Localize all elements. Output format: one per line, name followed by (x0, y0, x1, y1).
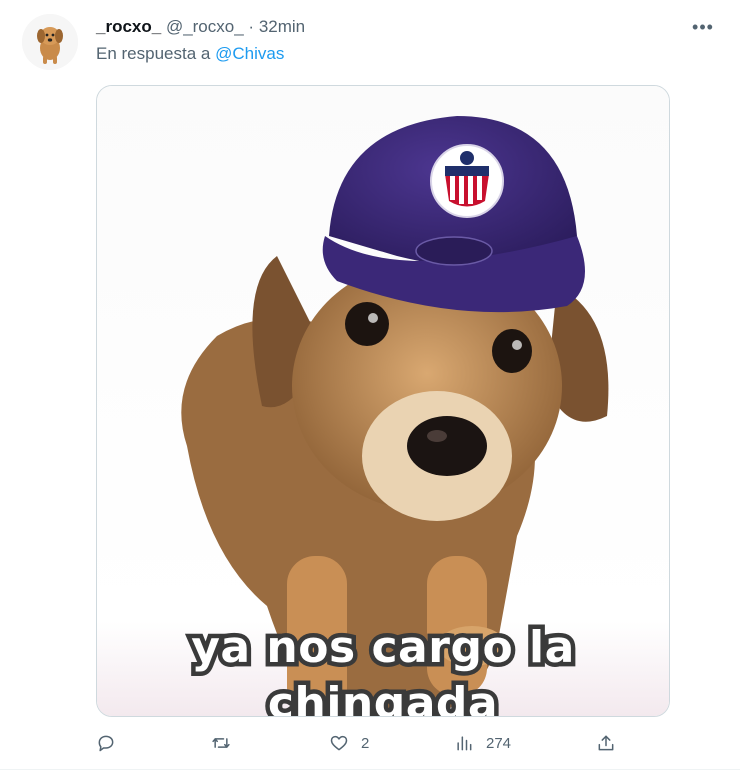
tweet-actions: 2 274 (96, 728, 636, 758)
views-icon (457, 736, 472, 751)
like-count: 2 (361, 734, 370, 752)
ellipsis-icon: ••• (692, 17, 714, 37)
share-button[interactable] (596, 728, 616, 758)
meme-caption-line-1: ya nos cargo la (187, 618, 579, 678)
display-name[interactable]: _rocxo_ (96, 17, 161, 36)
avatar[interactable] (22, 14, 78, 70)
dog-avatar-icon (22, 14, 78, 70)
tweet-media-image[interactable]: ya nos cargo la chingada (96, 85, 670, 717)
heart-icon (330, 735, 348, 751)
reply-context: En respuesta a @Chivas (96, 44, 284, 64)
share-icon (598, 735, 614, 751)
meme-caption-line-2: chingada (263, 674, 502, 717)
views-button[interactable]: 274 (454, 728, 511, 758)
retweet-icon (212, 738, 230, 748)
reply-mention-link[interactable]: @Chivas (215, 44, 284, 63)
retweet-button[interactable] (211, 728, 231, 758)
user-handle[interactable]: @_rocxo_ (166, 17, 244, 36)
reply-prefix: En respuesta a (96, 44, 211, 63)
reply-button[interactable] (96, 728, 116, 758)
tweet[interactable]: _rocxo_ @_rocxo_ · 32min ••• En respuest… (0, 0, 740, 770)
timestamp[interactable]: 32min (259, 17, 305, 36)
tweet-header: _rocxo_ @_rocxo_ · 32min (96, 17, 305, 37)
more-options-button[interactable]: ••• (688, 12, 718, 42)
separator: · (248, 17, 255, 36)
like-button[interactable]: 2 (329, 728, 369, 758)
reply-icon (98, 735, 114, 752)
views-count: 274 (486, 734, 512, 752)
